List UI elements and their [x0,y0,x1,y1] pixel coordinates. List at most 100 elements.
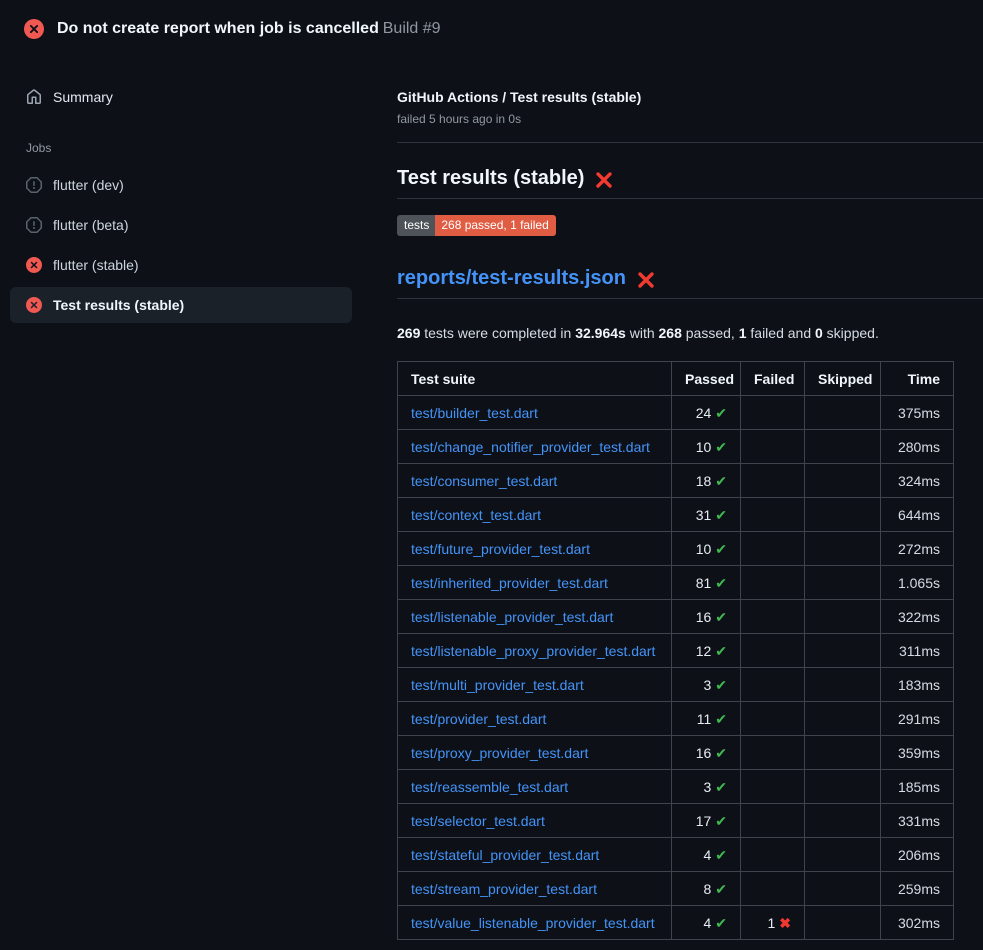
test-suite-link[interactable]: test/future_provider_test.dart [411,541,590,557]
section-heading: Test results (stable) [397,167,983,199]
cell-failed [741,396,805,430]
page-title: Do not create report when job is cancell… [57,20,379,37]
test-suite-link[interactable]: test/inherited_provider_test.dart [411,575,608,591]
col-header-test-suite: Test suite [398,362,672,396]
sidebar-item-job[interactable]: flutter (stable) [10,247,352,283]
check-icon: ✔ [715,745,727,761]
test-suite-link[interactable]: test/context_test.dart [411,507,541,523]
table-row: test/proxy_provider_test.dart16✔359ms [398,736,954,770]
tests-badge[interactable]: tests 268 passed, 1 failed [397,215,556,236]
job-list: flutter (dev) flutter (beta) flutter (st… [10,167,381,323]
table-row: test/value_listenable_provider_test.dart… [398,906,954,940]
cell-skipped [805,770,881,804]
cell-test-suite: test/listenable_provider_test.dart [398,600,672,634]
cell-test-suite: test/change_notifier_provider_test.dart [398,430,672,464]
check-run-page: Do not create report when job is cancell… [0,0,983,940]
check-icon: ✔ [715,711,727,727]
run-subtitle: failed 5 hours ago in 0s [397,112,983,126]
test-suite-link[interactable]: test/builder_test.dart [411,405,538,421]
cell-skipped [805,736,881,770]
cell-failed [741,634,805,668]
report-file-heading[interactable]: reports/test-results.json [397,267,983,299]
table-row: test/builder_test.dart24✔375ms [398,396,954,430]
test-suite-link[interactable]: test/change_notifier_provider_test.dart [411,439,650,455]
cell-passed: 16✔ [672,600,741,634]
cancelled-stop-icon [26,177,42,193]
table-row: test/context_test.dart31✔644ms [398,498,954,532]
cell-skipped [805,464,881,498]
cell-time: 272ms [881,532,954,566]
cell-test-suite: test/inherited_provider_test.dart [398,566,672,600]
cell-passed: 11✔ [672,702,741,736]
cell-passed: 12✔ [672,634,741,668]
table-row: test/listenable_provider_test.dart16✔322… [398,600,954,634]
cell-time: 206ms [881,838,954,872]
sidebar-item-job[interactable]: flutter (beta) [10,207,352,243]
x-icon: ✖ [779,915,791,931]
cell-test-suite: test/multi_provider_test.dart [398,668,672,702]
col-header-time: Time [881,362,954,396]
cell-failed [741,736,805,770]
cell-failed [741,770,805,804]
tests-summary-text: 269 tests were completed in 32.964s with… [397,324,983,342]
sidebar-item-job[interactable]: Test results (stable) [10,287,352,323]
check-icon: ✔ [715,439,727,455]
test-suite-link[interactable]: test/consumer_test.dart [411,473,557,489]
test-suite-link[interactable]: test/stream_provider_test.dart [411,881,597,897]
sidebar-item-job[interactable]: flutter (dev) [10,167,352,203]
cell-time: 324ms [881,464,954,498]
test-suite-link[interactable]: test/listenable_proxy_provider_test.dart [411,643,655,659]
cell-failed [741,804,805,838]
page-header: Do not create report when job is cancell… [0,0,983,56]
test-suite-link[interactable]: test/value_listenable_provider_test.dart [411,915,655,931]
cell-skipped [805,668,881,702]
cell-skipped [805,498,881,532]
check-icon: ✔ [715,473,727,489]
cell-passed: 10✔ [672,532,741,566]
cell-test-suite: test/consumer_test.dart [398,464,672,498]
table-row: test/consumer_test.dart 18✔ 324ms [398,464,954,498]
test-suite-link[interactable]: test/selector_test.dart [411,813,545,829]
report-file-link[interactable]: reports/test-results.json [397,267,626,290]
cell-failed [741,464,805,498]
check-icon: ✔ [715,643,727,659]
cell-passed: 18✔ [672,464,741,498]
test-suite-link[interactable]: test/stateful_provider_test.dart [411,847,599,863]
test-suite-link[interactable]: test/reassemble_test.dart [411,779,568,795]
badge-value: 268 passed, 1 failed [435,215,555,236]
cell-time: 311ms [881,634,954,668]
test-suite-link[interactable]: test/listenable_provider_test.dart [411,609,613,625]
test-suite-link[interactable]: test/proxy_provider_test.dart [411,745,588,761]
cell-passed: 81✔ [672,566,741,600]
table-row: test/stateful_provider_test.dart4✔206ms [398,838,954,872]
cell-skipped [805,600,881,634]
sidebar-item-summary[interactable]: Summary [10,80,352,114]
test-suite-link[interactable]: test/provider_test.dart [411,711,546,727]
cell-skipped [805,396,881,430]
table-row: test/provider_test.dart11✔291ms [398,702,954,736]
check-icon: ✔ [715,575,727,591]
cell-test-suite: test/reassemble_test.dart [398,770,672,804]
job-label: flutter (beta) [53,215,128,235]
col-header-skipped: Skipped [805,362,881,396]
x-circle-fill-icon [26,297,42,313]
table-row: test/multi_provider_test.dart3✔183ms [398,668,954,702]
check-icon: ✔ [715,507,727,523]
cell-passed: 10✔ [672,430,741,464]
cell-skipped [805,566,881,600]
test-suite-link[interactable]: test/multi_provider_test.dart [411,677,584,693]
check-icon: ✔ [715,847,727,863]
check-icon: ✔ [715,405,727,421]
cell-time: 359ms [881,736,954,770]
cell-failed [741,838,805,872]
cell-failed: 1✖ [741,906,805,940]
cancelled-stop-icon [26,217,42,233]
cell-time: 280ms [881,430,954,464]
cell-test-suite: test/proxy_provider_test.dart [398,736,672,770]
table-row: test/selector_test.dart17✔331ms [398,804,954,838]
cell-failed [741,532,805,566]
table-row: test/listenable_proxy_provider_test.dart… [398,634,954,668]
table-row: test/stream_provider_test.dart8✔259ms [398,872,954,906]
badge-label: tests [397,215,435,236]
cell-time: 185ms [881,770,954,804]
